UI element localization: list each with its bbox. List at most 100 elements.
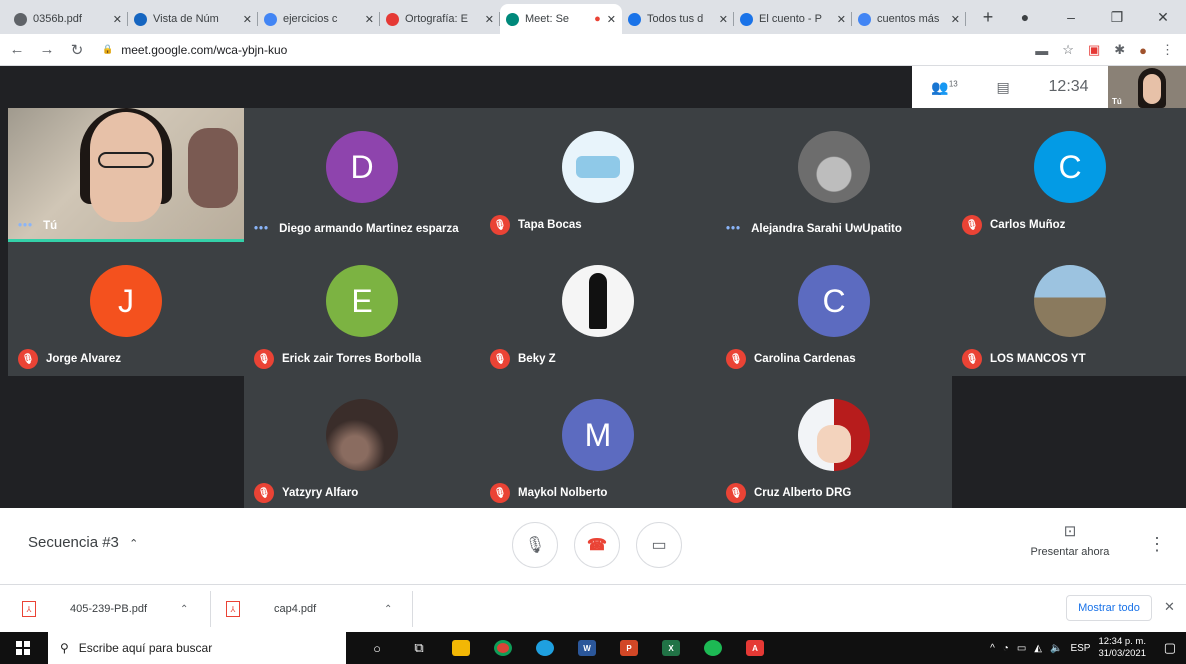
meeting-details-button[interactable]: Secuencia #3 ⌃ [28, 534, 138, 551]
minimize-button[interactable]: – [1048, 9, 1094, 25]
microphone-muted-icon: 🎙 [254, 483, 274, 503]
participant-tile[interactable]: 🎙 LOS MANCOS YT [952, 242, 1186, 376]
close-tab-icon[interactable]: ✕ [365, 13, 374, 26]
close-tab-icon[interactable]: ✕ [113, 13, 122, 26]
participant-tile[interactable]: 🎙 Cruz Alberto DRG [716, 376, 952, 510]
download-item[interactable]: ⅄ 405-239-PB.pdf ⌃ [22, 585, 188, 633]
participant-avatar: J [90, 265, 162, 337]
browser-tab[interactable]: Ortografía: E ✕ [380, 4, 500, 34]
star-icon[interactable]: ☆ [1062, 42, 1074, 58]
browser-tab[interactable]: El cuento - P ✕ [734, 4, 852, 34]
new-tab-button[interactable]: + [976, 7, 1000, 28]
close-tab-icon[interactable]: ✕ [837, 13, 846, 26]
browser-tab[interactable]: Meet: Se ● ✕ [500, 4, 622, 34]
participant-avatar: C [798, 265, 870, 337]
camera-button[interactable]: ▭ [636, 522, 682, 568]
participant-avatar: D [326, 131, 398, 203]
present-now-button[interactable]: ⊡ Presentar ahora [1020, 522, 1120, 558]
recording-icon: ● [594, 13, 601, 25]
profile-avatar[interactable]: ● [1139, 43, 1147, 58]
participant-name-label: 🎙 Carolina Cardenas [726, 349, 856, 369]
extensions-icon[interactable]: ✱ [1114, 42, 1125, 58]
chevron-up-icon[interactable]: ⌃ [180, 604, 188, 615]
avatar-initial: D [350, 148, 374, 185]
participant-avatar: C [1034, 131, 1106, 203]
acrobat-reader-icon[interactable]: A [734, 632, 776, 664]
back-icon[interactable]: ← [4, 41, 30, 58]
close-tab-icon[interactable]: ✕ [951, 13, 960, 26]
language-indicator[interactable]: ESP [1070, 643, 1090, 654]
url-text[interactable]: meet.google.com/wca-ybjn-kuo [121, 43, 287, 57]
participant-tile[interactable]: 🎙 Yatzyry Alfaro [244, 376, 480, 510]
profile-icon[interactable]: ● [1002, 9, 1048, 25]
close-tab-icon[interactable]: ✕ [485, 13, 494, 26]
chevron-up-icon[interactable]: ^ [990, 643, 995, 654]
acrobat-icon[interactable]: ▣ [1088, 42, 1100, 58]
excel-icon[interactable]: X [650, 632, 692, 664]
edge-icon[interactable] [524, 632, 566, 664]
self-video-tile[interactable]: ••• Tú [8, 108, 244, 242]
divider [412, 591, 413, 627]
participant-tile[interactable]: 🎙 Tapa Bocas [480, 108, 716, 242]
notification-icon[interactable]: ▢ [1164, 640, 1176, 656]
tab-title: Meet: Se [525, 13, 570, 25]
browser-tab[interactable]: ejercicios c ✕ [258, 4, 380, 34]
close-tab-icon[interactable]: ✕ [243, 13, 252, 26]
cortana-icon[interactable]: ○ [356, 632, 398, 664]
camera-indicator-icon[interactable]: ▬ [1035, 43, 1048, 58]
participant-tile[interactable]: D ••• Diego armando Martinez esparza [244, 108, 480, 242]
avatar-initial: E [351, 282, 373, 319]
reload-icon[interactable]: ↻ [64, 41, 90, 59]
close-window-button[interactable]: ✕ [1140, 9, 1186, 26]
show-all-downloads-button[interactable]: Mostrar todo [1066, 595, 1152, 621]
participant-tile[interactable]: J 🎙 Jorge Alvarez [8, 242, 244, 376]
task-view-icon[interactable]: ⧉ [398, 632, 440, 664]
download-item[interactable]: ⅄ cap4.pdf ⌃ [226, 585, 392, 633]
chevron-up-icon[interactable]: ⌃ [384, 604, 392, 615]
participant-tile[interactable]: C 🎙 Carlos Muñoz [952, 108, 1186, 242]
participants-button[interactable]: 👥13 [931, 79, 957, 96]
participant-tile[interactable]: ••• Alejandra Sarahi UwUpatito [716, 108, 952, 242]
windows-start-icon[interactable] [16, 641, 30, 655]
browser-tab[interactable]: Vista de Núm ✕ [128, 4, 258, 34]
spotify-icon[interactable] [692, 632, 734, 664]
word-icon[interactable]: W [566, 632, 608, 664]
wifi-icon[interactable]: ◭ [1034, 643, 1042, 654]
volume-icon[interactable]: 🔈 [1050, 643, 1062, 654]
menu-icon[interactable]: ⋮ [1161, 42, 1174, 58]
participant-tile[interactable]: 🎙 Beky Z [480, 242, 716, 376]
extension-icons: ▬ ☆ ▣ ✱ ● ⋮ [1035, 34, 1174, 66]
participant-name: Carlos Muñoz [990, 219, 1066, 231]
more-options-icon[interactable]: ⋮ [1148, 534, 1166, 555]
leave-call-button[interactable]: ☎ [574, 522, 620, 568]
browser-tab[interactable]: 0356b.pdf ✕ [8, 4, 128, 34]
taskbar-search-box[interactable]: ⚲ Escribe aquí para buscar [48, 632, 346, 664]
taskbar-clock[interactable]: 12:34 p. m. 31/03/2021 [1098, 636, 1146, 660]
powerpoint-icon[interactable]: P [608, 632, 650, 664]
taskbar-time: 12:34 p. m. [1098, 636, 1146, 647]
url-field[interactable]: 🔒 meet.google.com/wca-ybjn-kuo [102, 43, 287, 57]
self-preview-thumbnail[interactable]: Tú [1108, 66, 1186, 108]
chat-icon[interactable]: ▤ [997, 79, 1010, 96]
network-icon[interactable]: ◔ [1003, 643, 1009, 654]
microphone-button[interactable]: 🎙 [512, 522, 558, 568]
close-tab-icon[interactable]: ✕ [719, 13, 728, 26]
windows-taskbar: ⚲ Escribe aquí para buscar ○ ⧉ W P X A ^… [0, 632, 1186, 664]
tab-title: Ortografía: E [405, 13, 468, 25]
tab-title: cuentos más [877, 13, 940, 25]
close-tab-icon[interactable]: ✕ [607, 13, 616, 26]
participant-tile[interactable]: M 🎙 Maykol Nolberto [480, 376, 716, 510]
participant-tile[interactable]: E 🎙 Erick zair Torres Borbolla [244, 242, 480, 376]
forward-icon[interactable]: → [34, 41, 60, 58]
meet-info-box: 👥13 ▤ 12:34 [912, 66, 1108, 108]
microphone-muted-icon: 🎙 [962, 215, 982, 235]
file-explorer-icon[interactable] [440, 632, 482, 664]
maximize-button[interactable]: ❐ [1094, 9, 1140, 26]
browser-tab[interactable]: cuentos más ✕ [852, 4, 966, 34]
close-download-bar-icon[interactable]: ✕ [1164, 599, 1175, 615]
browser-tab[interactable]: Todos tus d ✕ [622, 4, 734, 34]
participant-tile[interactable]: C 🎙 Carolina Cardenas [716, 242, 952, 376]
chrome-icon[interactable] [482, 632, 524, 664]
camera-icon: ▭ [651, 537, 667, 554]
battery-icon[interactable]: ▭ [1017, 643, 1026, 654]
